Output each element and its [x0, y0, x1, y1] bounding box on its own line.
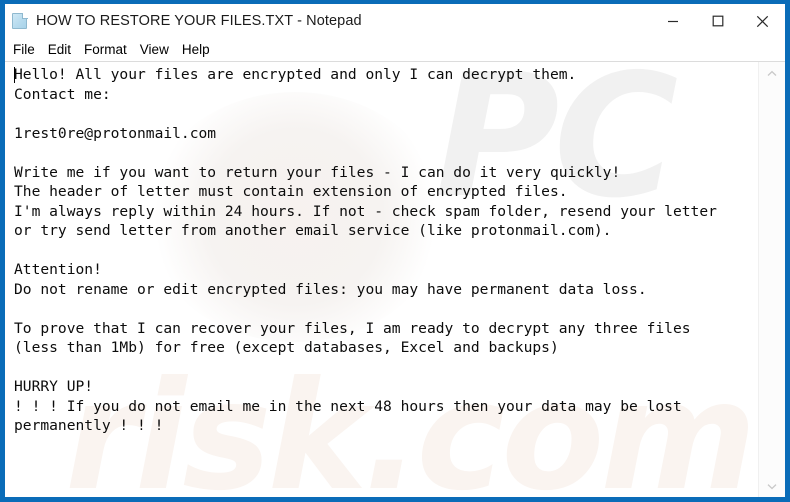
note-line: or try send letter from another email se… — [14, 222, 612, 239]
menu-item-help[interactable]: Help — [182, 43, 210, 57]
minimize-button[interactable] — [650, 4, 695, 38]
minimize-icon — [667, 20, 678, 23]
note-line: HURRY UP! — [14, 378, 94, 395]
chevron-up-icon — [767, 70, 777, 76]
note-line: Contact me: — [14, 85, 111, 103]
note-line — [14, 358, 758, 378]
note-line: I'm always reply within 24 hours. If not… — [14, 202, 717, 220]
scroll-down-button[interactable] — [759, 475, 785, 497]
note-line: The header of letter must contain extens… — [14, 183, 568, 200]
note-line — [14, 241, 758, 261]
note-line — [14, 299, 758, 319]
menu-item-view[interactable]: View — [140, 43, 169, 57]
note-textarea[interactable]: Hello! All your files are encrypted and … — [5, 62, 758, 497]
editor-area: PC risk.com Hello! All your files are en… — [5, 62, 785, 497]
note-line: Attention! — [14, 261, 102, 278]
note-line: ! ! ! If you do not email me in the next… — [14, 397, 682, 415]
close-icon — [756, 15, 769, 27]
maximize-icon — [712, 15, 723, 27]
menu-bar: File Edit Format View Help — [5, 38, 785, 62]
title-bar: HOW TO RESTORE YOUR FILES.TXT - Notepad — [5, 4, 785, 38]
note-line: permanently ! ! ! — [14, 417, 164, 434]
text-caret — [14, 67, 15, 83]
maximize-button[interactable] — [695, 4, 740, 38]
note-line: 1rest0re@protonmail.com — [14, 124, 217, 142]
window-title: HOW TO RESTORE YOUR FILES.TXT - Notepad — [36, 13, 362, 30]
chevron-down-icon — [767, 483, 777, 489]
notepad-window: HOW TO RESTORE YOUR FILES.TXT - Notepad — [0, 0, 790, 502]
note-line: Hello! All your files are encrypted and … — [14, 66, 577, 83]
note-line — [14, 104, 758, 124]
note-line: Do not rename or edit encrypted files: y… — [14, 280, 647, 298]
close-button[interactable] — [740, 4, 785, 38]
window-controls — [650, 4, 785, 38]
note-line: To prove that I can recover your files, … — [14, 319, 691, 337]
note-line — [14, 143, 758, 163]
note-line: Write me if you want to return your file… — [14, 163, 621, 181]
menu-item-edit[interactable]: Edit — [48, 43, 71, 57]
notepad-document-icon — [11, 12, 29, 30]
scroll-up-button[interactable] — [759, 62, 785, 84]
note-line: (less than 1Mb) for free (except databas… — [14, 339, 559, 356]
menu-item-file[interactable]: File — [13, 43, 35, 57]
scrollbar-track[interactable] — [759, 84, 785, 475]
menu-item-format[interactable]: Format — [84, 43, 127, 57]
vertical-scrollbar[interactable] — [758, 62, 785, 497]
